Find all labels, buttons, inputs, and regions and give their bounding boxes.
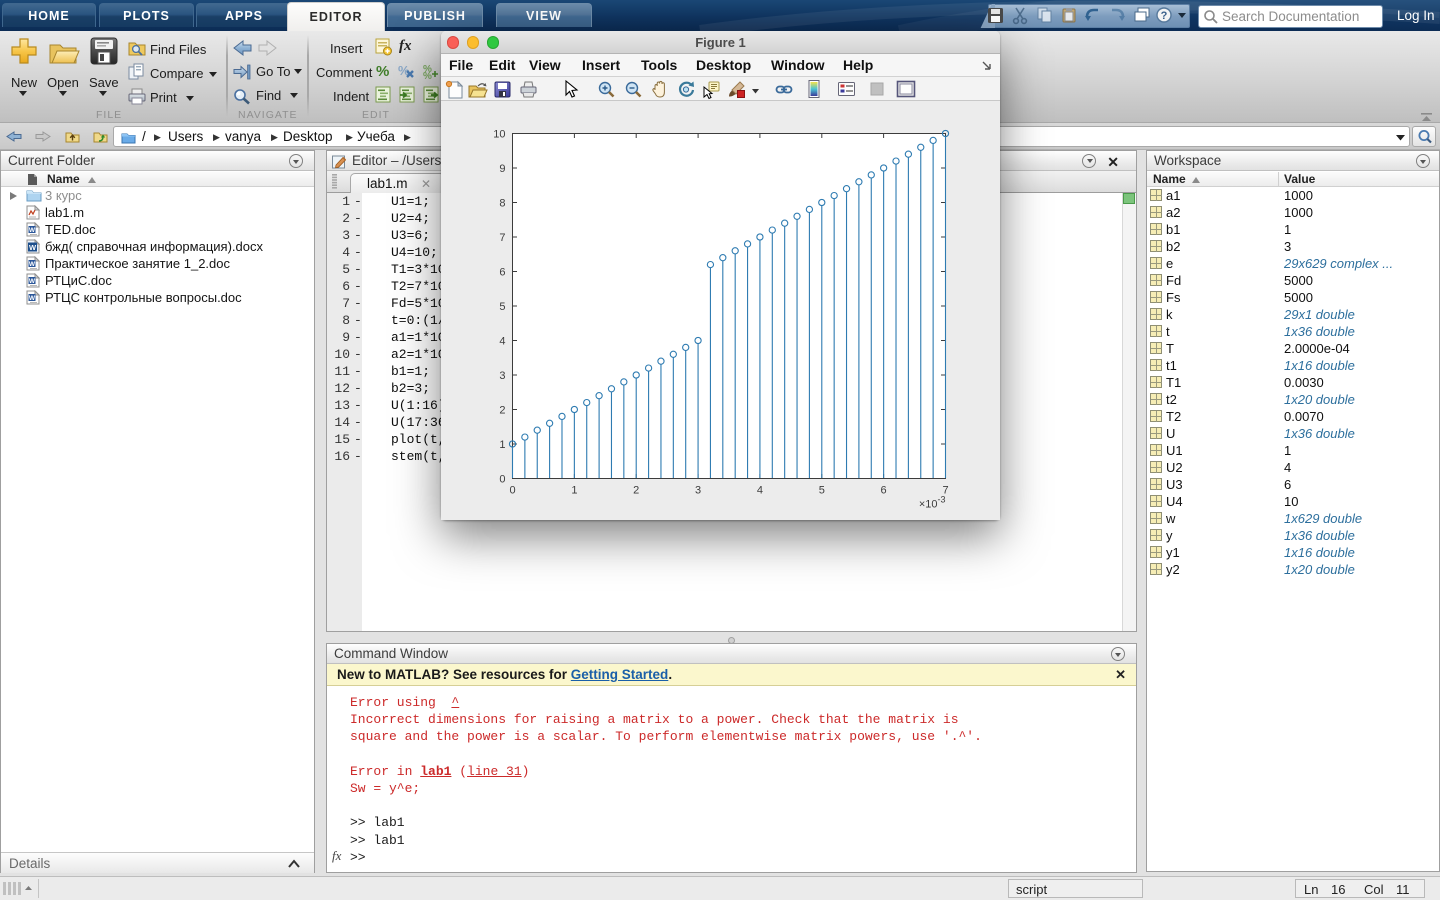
svg-text:%: %: [423, 71, 432, 80]
svg-text:W: W: [29, 278, 36, 285]
svg-text:?: ?: [1161, 10, 1168, 22]
svg-text:5: 5: [819, 485, 825, 497]
svg-text:9: 9: [499, 163, 505, 175]
svg-text:1: 1: [571, 485, 577, 497]
svg-text:8: 8: [499, 198, 505, 210]
svg-text:2: 2: [499, 405, 505, 417]
svg-text:%: %: [376, 63, 389, 80]
svg-text:1: 1: [499, 439, 505, 451]
svg-text:W: W: [29, 227, 36, 234]
svg-text:6: 6: [499, 267, 505, 279]
svg-text:6: 6: [881, 485, 887, 497]
svg-text:W: W: [29, 243, 37, 252]
svg-text:W: W: [29, 295, 36, 302]
svg-text:5: 5: [499, 301, 505, 313]
svg-text:4: 4: [499, 336, 505, 348]
svg-text:3: 3: [695, 485, 701, 497]
svg-text:10: 10: [493, 129, 505, 141]
svg-text:4: 4: [757, 485, 763, 497]
svg-text:W: W: [29, 261, 36, 268]
svg-text:0: 0: [499, 474, 505, 486]
svg-text:3: 3: [499, 370, 505, 382]
svg-text:7: 7: [499, 232, 505, 244]
svg-text:0: 0: [509, 485, 515, 497]
svg-text:2: 2: [633, 485, 639, 497]
